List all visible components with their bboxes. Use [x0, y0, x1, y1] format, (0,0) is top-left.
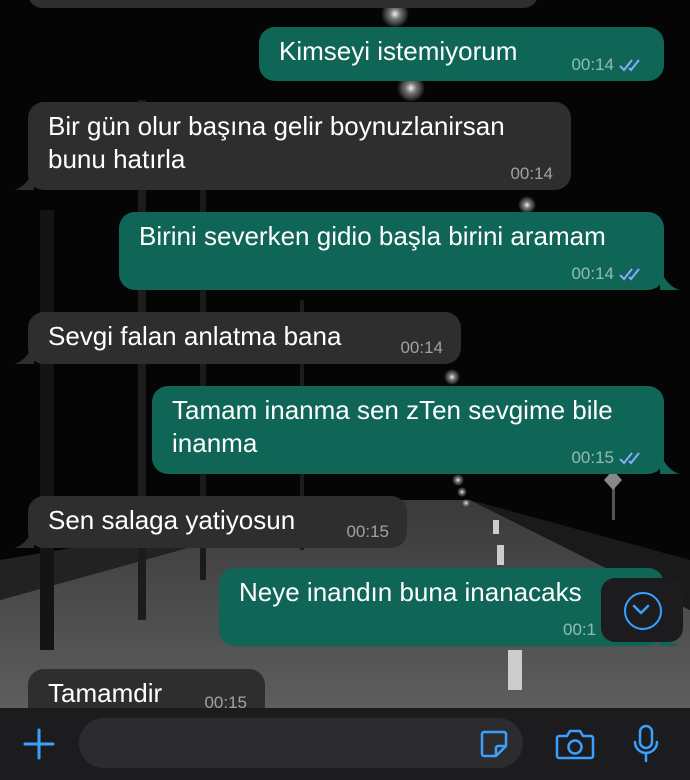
message-meta: 00:15	[346, 522, 389, 542]
message-bubble-outgoing[interactable]: Kimseyi istemiyorum 00:14	[259, 27, 664, 81]
message-meta: 00:15	[571, 448, 646, 468]
message-time: 00:14	[571, 264, 614, 283]
message-time: 00:15	[346, 522, 389, 541]
message-bubble-incoming[interactable]: Sen salaga yatiyosun 00:15	[28, 496, 407, 548]
message-meta: 00:14	[571, 264, 646, 284]
message-text: Tamamdir	[48, 678, 163, 708]
message-text: Neye inandın buna inanacaks	[239, 577, 582, 607]
message-bubble-incoming[interactable]: Bir gün olur başına gelir boynuzlanirsan…	[28, 102, 571, 190]
message-text: Bir gün olur başına gelir boynuzlanirsan…	[48, 110, 505, 176]
message-time: 00:14	[510, 164, 553, 183]
read-ticks-icon	[619, 452, 640, 465]
sticker-icon[interactable]	[478, 728, 510, 760]
message-text: Sen salaga yatiyosun	[48, 505, 296, 535]
message-meta: 00:1	[563, 620, 596, 640]
message-line: Tamam inanma sen zTen sevgime bile	[172, 395, 613, 425]
message-bubble-incoming[interactable]: Tamamdir 00:15	[28, 669, 265, 708]
message-meta: 00:15	[204, 693, 247, 708]
message-time: 00:15	[571, 448, 614, 467]
partial-message-bubble	[28, 0, 538, 8]
message-line: bunu hatırla	[48, 144, 186, 174]
message-text: Kimseyi istemiyorum	[279, 36, 518, 66]
message-text: Sevgi falan anlatma bana	[48, 321, 342, 351]
chevron-down-icon	[624, 592, 662, 630]
message-time: 00:14	[400, 338, 443, 357]
message-bubble-outgoing[interactable]: Birini severken gidio başla birini arama…	[119, 212, 664, 290]
message-time: 00:15	[204, 693, 247, 708]
message-bubble-outgoing[interactable]: Neye inandın buna inanacaks 00:1	[219, 568, 664, 646]
message-bubble-incoming[interactable]: Sevgi falan anlatma bana 00:14	[28, 312, 461, 364]
microphone-icon[interactable]	[630, 724, 662, 764]
message-text: Tamam inanma sen zTen sevgime bile inanm…	[172, 394, 613, 460]
read-ticks-icon	[619, 59, 640, 72]
message-bubble-outgoing[interactable]: Tamam inanma sen zTen sevgime bile inanm…	[152, 386, 664, 474]
message-list[interactable]: Kimseyi istemiyorum 00:14 Bir gün olur b…	[0, 0, 690, 708]
message-meta: 00:14	[400, 338, 443, 358]
message-time: 00:14	[571, 55, 614, 74]
message-line: inanma	[172, 428, 258, 458]
read-ticks-icon	[619, 268, 640, 281]
message-text: Birini severken gidio başla birini arama…	[139, 221, 606, 251]
camera-icon[interactable]	[555, 726, 595, 762]
message-meta: 00:14	[510, 164, 553, 184]
message-time: 00:1	[563, 620, 597, 639]
scroll-to-bottom-button[interactable]	[601, 578, 683, 642]
message-meta: 00:14	[571, 55, 646, 75]
message-input[interactable]	[79, 718, 523, 768]
message-line: Bir gün olur başına gelir boynuzlanirsan	[48, 111, 505, 141]
plus-icon[interactable]	[22, 727, 56, 761]
